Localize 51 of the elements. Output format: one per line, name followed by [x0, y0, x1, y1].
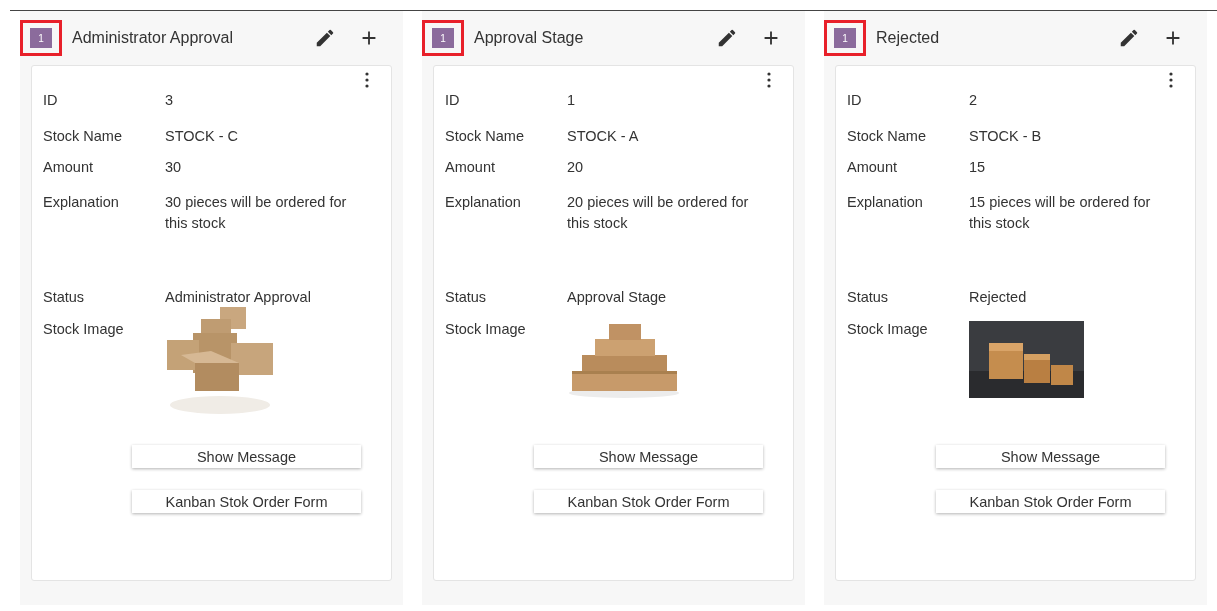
field-value: Administrator Approval — [165, 288, 312, 307]
field-value: 15 pieces will be ordered for this stock — [969, 193, 1152, 233]
action-button[interactable]: Show Message — [132, 445, 361, 468]
action-button[interactable]: Kanban Stok Order Form — [534, 490, 763, 513]
field-label: ID — [445, 91, 461, 110]
field-label: Stock Image — [445, 320, 527, 339]
more-icon[interactable] — [1169, 72, 1173, 88]
field-value: 20 — [567, 158, 585, 177]
action-button[interactable]: Kanban Stok Order Form — [936, 490, 1165, 513]
field-value: 20 pieces will be ordered for this stock — [567, 193, 750, 233]
field-label: Stock Image — [43, 320, 125, 339]
more-icon[interactable] — [767, 72, 771, 88]
field-label: ID — [847, 91, 863, 110]
field-label: Stock Name — [43, 127, 123, 146]
field-label: Explanation — [847, 193, 924, 212]
action-button[interactable]: Show Message — [534, 445, 763, 468]
field-value: STOCK - A — [567, 127, 640, 146]
action-button[interactable]: Show Message — [936, 445, 1165, 468]
field-label: Stock Name — [847, 127, 927, 146]
field-label: Explanation — [43, 193, 120, 212]
field-value: Approval Stage — [567, 288, 668, 307]
count-badge: 1 — [432, 28, 454, 48]
field-label: Explanation — [445, 193, 522, 212]
field-label: Amount — [445, 158, 496, 177]
action-button[interactable]: Kanban Stok Order Form — [132, 490, 361, 513]
field-value: 1 — [567, 91, 577, 110]
edit-icon[interactable] — [716, 27, 738, 49]
field-label: Status — [847, 288, 890, 307]
field-value: STOCK - C — [165, 127, 240, 146]
field-value: Rejected — [969, 288, 1028, 307]
edit-icon[interactable] — [314, 27, 336, 49]
field-label: Status — [445, 288, 488, 307]
field-label: Stock Name — [445, 127, 525, 146]
field-value: 3 — [165, 91, 175, 110]
field-label: Amount — [847, 158, 898, 177]
field-value: 30 pieces will be ordered for this stock — [165, 193, 348, 233]
field-label: Status — [43, 288, 86, 307]
field-label: Amount — [43, 158, 94, 177]
more-icon[interactable] — [365, 72, 369, 88]
field-value: 15 — [969, 158, 987, 177]
field-label: Stock Image — [847, 320, 929, 339]
column-title: Approval Stage — [474, 29, 585, 47]
column-title: Rejected — [876, 29, 941, 47]
count-badge: 1 — [834, 28, 856, 48]
edit-icon[interactable] — [1118, 27, 1140, 49]
field-label: ID — [43, 91, 59, 110]
field-value: STOCK - B — [969, 127, 1043, 146]
count-badge: 1 — [30, 28, 52, 48]
field-value: 30 — [165, 158, 183, 177]
field-value: 2 — [969, 91, 979, 110]
column-title: Administrator Approval — [72, 29, 234, 47]
